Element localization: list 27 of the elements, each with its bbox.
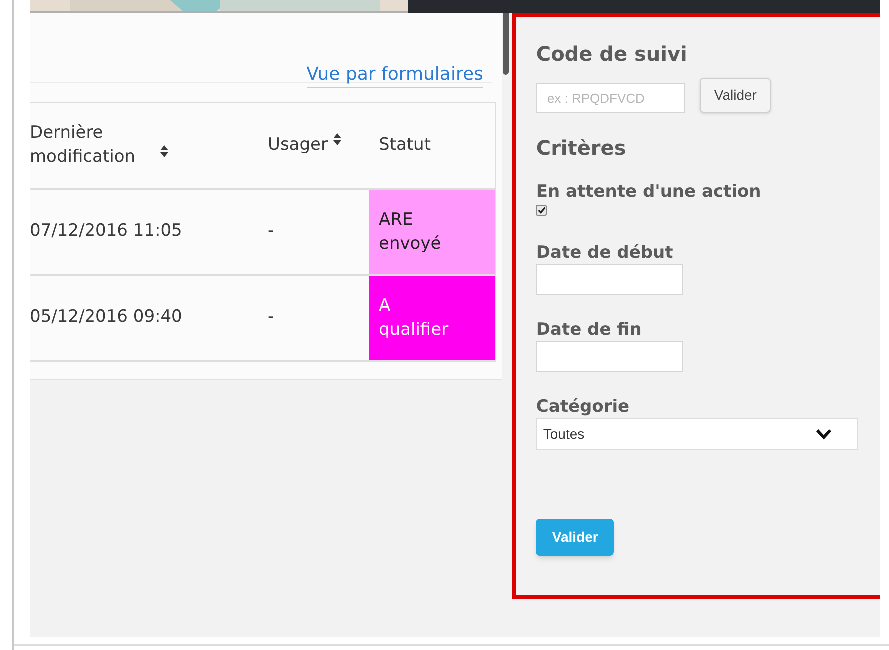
- scrollbar-thumb[interactable]: [503, 13, 510, 75]
- field-label: En attente d'une action: [536, 181, 762, 203]
- view-link[interactable]: Vue par formulaires: [306, 63, 484, 88]
- status-cell: ARE envoyé: [369, 188, 495, 274]
- end-date-field[interactable]: [536, 341, 684, 372]
- column-header[interactable]: Dernière modification: [30, 121, 155, 170]
- sort-icon[interactable]: [160, 145, 169, 158]
- field-label: Date de fin: [536, 319, 642, 341]
- start-date-field[interactable]: [536, 264, 684, 295]
- field-label: Catégorie: [536, 396, 630, 418]
- table-cell: 07/12/2016 11:05: [30, 220, 182, 241]
- validate-button[interactable]: Valider: [700, 78, 771, 112]
- tracking-code-field[interactable]: ex : RPQDFVCD: [536, 83, 686, 113]
- select-value: Toutes: [543, 424, 585, 444]
- table-cell: -: [268, 306, 274, 327]
- table-cell: 05/12/2016 09:40: [30, 306, 182, 327]
- column-header: Statut: [379, 134, 431, 158]
- sort-icon[interactable]: [332, 133, 342, 146]
- pending-checkbox[interactable]: [536, 205, 548, 216]
- field-label: Date de début: [536, 242, 674, 264]
- section-title: Critères: [536, 135, 626, 161]
- table-cell: -: [268, 220, 274, 241]
- status-cell: A qualifier: [369, 274, 495, 360]
- chevron-down-icon: [816, 428, 832, 440]
- section-title: Code de suivi: [536, 41, 688, 67]
- column-header[interactable]: Usager: [268, 133, 328, 158]
- category-select[interactable]: Toutes: [536, 418, 858, 450]
